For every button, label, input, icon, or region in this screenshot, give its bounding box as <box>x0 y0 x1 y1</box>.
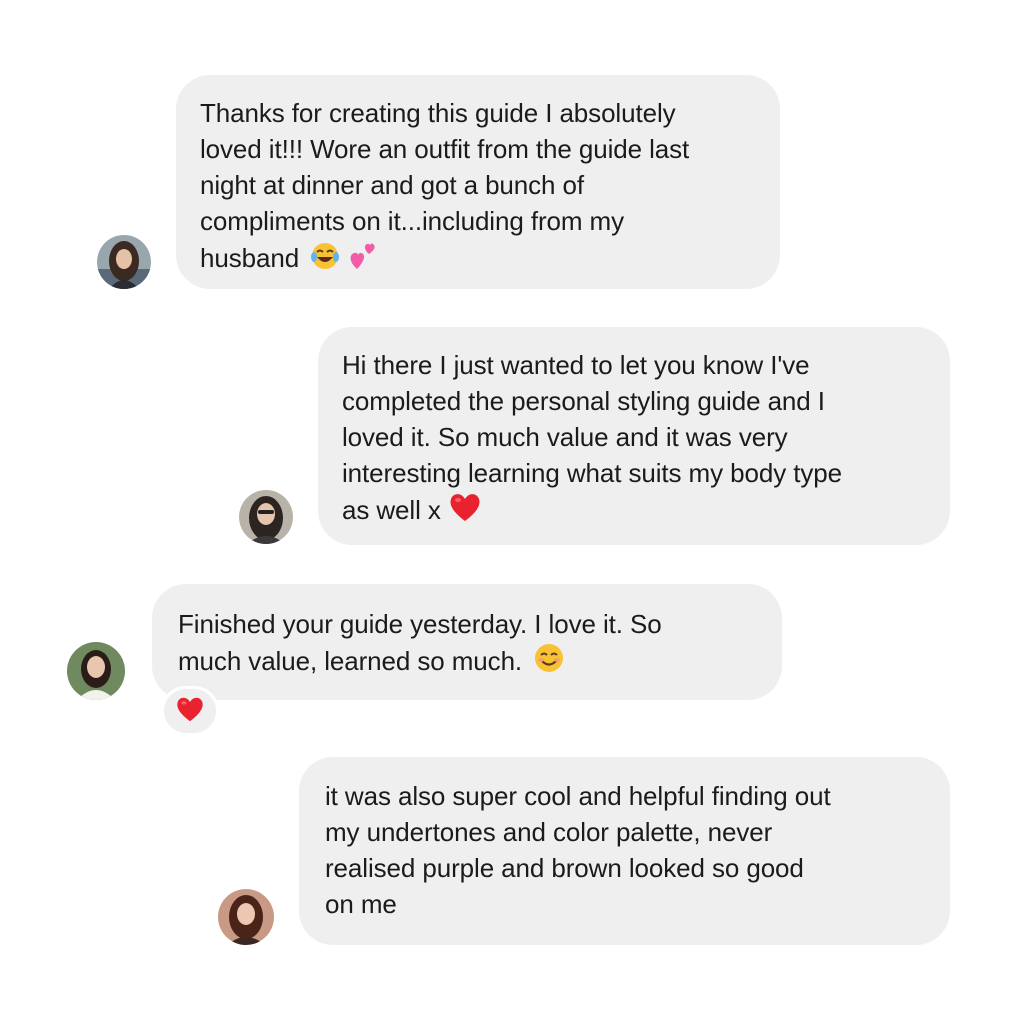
message-text: Thanks for creating this guide I absolut… <box>200 98 690 273</box>
message-text: Hi there I just wanted to let you know I… <box>342 350 842 525</box>
red-heart-emoji-icon <box>448 491 482 532</box>
message-bubble[interactable]: it was also super cool and helpful findi… <box>299 757 950 945</box>
laughing-tears-emoji-icon <box>310 241 340 280</box>
avatar[interactable] <box>97 235 151 289</box>
message-bubble[interactable]: Hi there I just wanted to let you know I… <box>318 327 950 545</box>
smiling-face-emoji-icon <box>533 642 565 683</box>
message-reaction[interactable] <box>161 686 219 736</box>
dm-conversation: Thanks for creating this guide I absolut… <box>0 0 1027 1027</box>
avatar[interactable] <box>67 642 125 700</box>
red-heart-emoji-icon <box>175 695 205 728</box>
message-text: Finished your guide yesterday. I love it… <box>178 609 662 676</box>
message-bubble[interactable]: Finished your guide yesterday. I love it… <box>152 584 782 700</box>
avatar[interactable] <box>239 490 293 544</box>
message-text: it was also super cool and helpful findi… <box>325 781 831 919</box>
message-bubble[interactable]: Thanks for creating this guide I absolut… <box>176 75 780 289</box>
two-hearts-emoji-icon <box>347 239 379 280</box>
avatar[interactable] <box>218 889 274 945</box>
